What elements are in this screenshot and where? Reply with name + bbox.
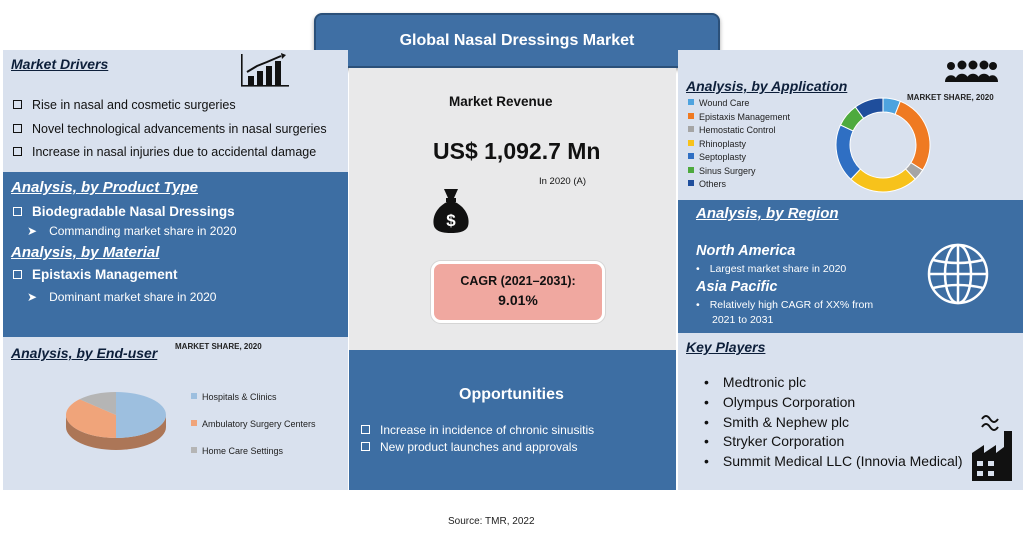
people-group-icon xyxy=(944,60,998,89)
legend-swatch xyxy=(191,393,197,399)
driver-item: Increase in nasal injuries due to accide… xyxy=(13,141,327,165)
cagr-value: 9.01% xyxy=(498,292,538,308)
legend-entry: Rhinoplasty xyxy=(688,138,790,152)
material-heading: Analysis, by Material xyxy=(11,244,160,261)
opportunity-item: Increase in incidence of chronic sinusit… xyxy=(361,422,594,439)
key-player-item: • Olympus Corporation xyxy=(704,393,856,410)
revenue-label: Market Revenue xyxy=(449,94,553,109)
legend-swatch xyxy=(688,126,694,132)
key-player-item: • Stryker Corporation xyxy=(704,433,845,450)
money-bag-icon: $ xyxy=(430,186,472,239)
region-na-note: • Largest market share in 2020 xyxy=(696,263,847,275)
driver-item: Novel technological advancements in nasa… xyxy=(13,118,327,142)
legend-swatch xyxy=(688,153,694,159)
region-heading: Analysis, by Region xyxy=(696,205,839,222)
product-type-sub: ➤ Commanding market share in 2020 xyxy=(27,224,237,238)
product-material-panel: Analysis, by Product Type Biodegradable … xyxy=(3,172,348,337)
market-drivers-panel: Market Drivers Rise in nasal and cosmeti… xyxy=(3,50,348,172)
end-user-heading: Analysis, by End-user xyxy=(11,345,158,361)
application-panel: Analysis, by Application MARKET SHARE, 2… xyxy=(678,50,1023,200)
material-sub: ➤ Dominant market share in 2020 xyxy=(27,290,217,304)
region-panel: Analysis, by Region North America • Large… xyxy=(678,200,1023,333)
end-user-pie-chart xyxy=(66,392,166,450)
legend-entry: Epistaxis Management xyxy=(688,111,790,125)
application-legend: Wound Care Epistaxis Management Hemostatic… xyxy=(688,97,790,192)
legend-label: Rhinoplasty xyxy=(699,138,747,149)
legend-label: Others xyxy=(699,179,727,189)
key-players-heading: Key Players xyxy=(686,339,766,355)
donut-slice-epistaxis-management xyxy=(894,100,931,171)
legend-label: Wound Care xyxy=(699,98,750,108)
legend-swatch xyxy=(191,420,197,426)
opportunities-panel: Opportunities Increase in incidence of c… xyxy=(349,350,676,490)
page-title: Global Nasal Dressings Market xyxy=(399,31,635,49)
source-note: Source: TMR, 2022 xyxy=(448,516,535,527)
key-player-item: • Medtronic plc xyxy=(704,374,807,390)
legend-label: Hospitals & Clinics xyxy=(202,392,277,402)
legend-swatch xyxy=(191,447,197,453)
application-donut-chart xyxy=(835,97,931,193)
end-user-legend: Hospitals & Clinics Ambulatory Surgery Ce… xyxy=(191,384,316,465)
end-user-share-label: MARKET SHARE, 2020 xyxy=(175,342,262,351)
growth-chart-icon xyxy=(239,52,291,93)
driver-item: Rise in nasal and cosmetic surgeries xyxy=(13,94,327,118)
opportunity-item: New product launches and approvals xyxy=(361,439,594,456)
legend-swatch xyxy=(688,112,694,119)
legend-entry: Wound Care xyxy=(688,97,790,111)
revenue-panel: Market Revenue US$ 1,092.7 Mn In 2020 (A… xyxy=(349,68,676,350)
legend-label: Home Care Settings xyxy=(202,446,284,456)
product-type-item: Biodegradable Nasal Dressings xyxy=(13,204,235,219)
legend-entry: Hemostatic Control xyxy=(688,124,790,138)
legend-label: Sinus Surgery xyxy=(699,165,756,176)
material-item: Epistaxis Management xyxy=(13,267,178,282)
application-heading: Analysis, by Application xyxy=(686,78,848,94)
key-players-panel: Key Players • Medtronic plc • Olympus Corp… xyxy=(678,333,1023,490)
legend-entry: Hospitals & Clinics xyxy=(191,384,316,411)
key-players-list: • Medtronic plc • Olympus Corporation • Smi… xyxy=(704,373,963,472)
end-user-panel: Analysis, by End-user MARKET SHARE, 2020… xyxy=(3,337,348,490)
legend-entry: Others xyxy=(688,178,790,192)
legend-swatch xyxy=(688,166,694,173)
legend-swatch xyxy=(688,99,694,105)
cagr-box: CAGR (2021–2031): 9.01% xyxy=(431,261,605,323)
svg-text:$: $ xyxy=(446,211,456,230)
cagr-label: CAGR (2021–2031): xyxy=(460,274,576,288)
region-na-name: North America xyxy=(696,243,796,259)
legend-label: Hemostatic Control xyxy=(699,125,776,135)
region-ap-note: • Relatively high CAGR of XX% from 2021 t… xyxy=(696,299,874,326)
title-banner: Global Nasal Dressings Market xyxy=(314,13,720,68)
legend-entry: Home Care Settings xyxy=(191,438,316,465)
donut-slice-rhinoplasty xyxy=(850,168,916,193)
product-type-heading: Analysis, by Product Type xyxy=(11,179,198,196)
key-player-item: • Smith & Nephew plc xyxy=(704,413,849,430)
revenue-value: US$ 1,092.7 Mn xyxy=(433,138,601,164)
legend-entry: Sinus Surgery xyxy=(688,165,790,179)
revenue-year: In 2020 (A) xyxy=(539,176,586,187)
opportunities-heading: Opportunities xyxy=(459,386,564,403)
factory-icon xyxy=(970,413,1020,488)
legend-swatch xyxy=(688,180,694,186)
market-drivers-heading: Market Drivers xyxy=(11,56,109,72)
legend-entry: Ambulatory Surgery Centers xyxy=(191,411,316,438)
legend-label: Septoplasty xyxy=(699,152,747,162)
key-player-item: • Summit Medical LLC (Innovia Medical) xyxy=(704,453,963,470)
legend-label: Epistaxis Management xyxy=(699,111,791,122)
legend-swatch xyxy=(688,139,694,146)
donut-slice-septoplasty xyxy=(835,124,862,180)
globe-icon xyxy=(926,242,990,311)
region-ap-name: Asia Pacific xyxy=(696,279,778,295)
legend-label: Ambulatory Surgery Centers xyxy=(202,419,316,429)
legend-entry: Septoplasty xyxy=(688,151,790,165)
